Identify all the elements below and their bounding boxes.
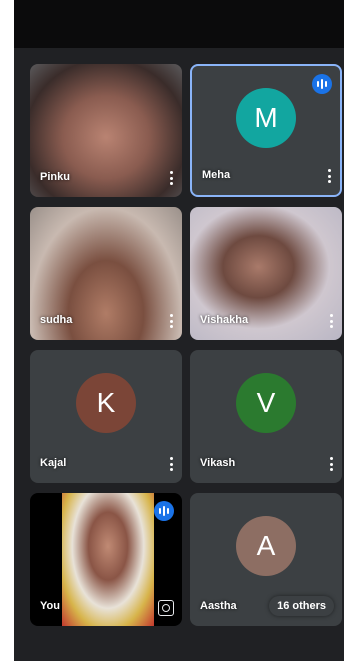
- self-tile[interactable]: You: [30, 493, 182, 626]
- participant-tile-meha[interactable]: M Meha: [190, 64, 342, 197]
- participant-name: Aastha: [200, 600, 237, 612]
- switch-camera-icon[interactable]: [158, 600, 174, 616]
- more-options-icon[interactable]: [170, 171, 174, 185]
- participant-tile-aastha[interactable]: A Aastha 16 others: [190, 493, 342, 626]
- more-options-icon[interactable]: [170, 314, 174, 328]
- more-options-icon[interactable]: [330, 314, 334, 328]
- avatar: A: [236, 516, 296, 577]
- participant-name: Meha: [202, 169, 231, 181]
- more-options-icon[interactable]: [330, 457, 334, 471]
- participant-name: Vikash: [200, 457, 236, 469]
- participant-name: Kajal: [40, 457, 67, 469]
- status-bar: [14, 0, 344, 48]
- self-video: [62, 493, 154, 626]
- more-options-icon[interactable]: [328, 169, 332, 183]
- speaking-indicator-icon: [312, 74, 332, 94]
- more-options-icon[interactable]: [170, 457, 174, 471]
- participant-name: Vishakha: [200, 314, 249, 326]
- participant-tile-vishakha[interactable]: Vishakha: [190, 207, 342, 340]
- avatar: K: [76, 373, 136, 434]
- participant-name: Pinku: [40, 171, 70, 183]
- avatar: M: [236, 87, 296, 148]
- participant-tile-sudha[interactable]: sudha: [30, 207, 182, 340]
- others-count-badge[interactable]: 16 others: [269, 596, 334, 616]
- participant-tile-vikash[interactable]: V Vikash: [190, 350, 342, 483]
- meeting-screen: Pinku M Meha sudha Vishakha K Kajal V Vi…: [14, 0, 344, 661]
- avatar: V: [236, 373, 296, 434]
- participant-name: sudha: [40, 314, 73, 326]
- participant-name: You: [40, 600, 60, 612]
- participant-tile-kajal[interactable]: K Kajal: [30, 350, 182, 483]
- speaking-indicator-icon: [154, 501, 174, 521]
- participant-tile-pinku[interactable]: Pinku: [30, 64, 182, 197]
